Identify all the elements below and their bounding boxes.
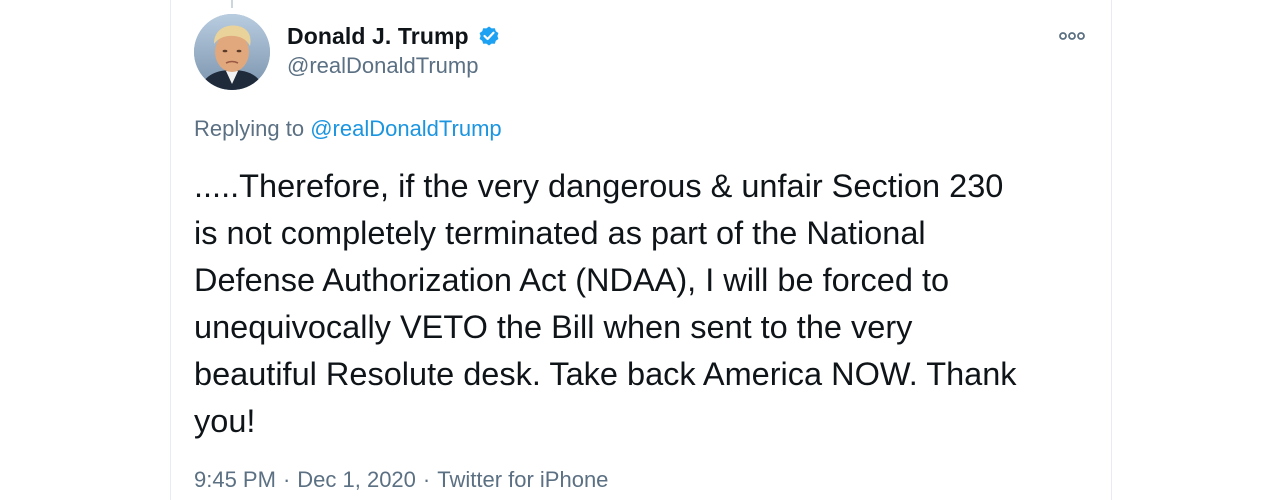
thread-connector-line (231, 0, 233, 8)
tweet-source-link[interactable]: Twitter for iPhone (437, 467, 608, 493)
replying-to-line: Replying to @realDonaldTrump (194, 116, 502, 142)
replying-to-prefix: Replying to (194, 116, 311, 141)
profile-photo (194, 14, 270, 90)
replying-to-mention-link[interactable]: @realDonaldTrump (310, 116, 501, 141)
author-name-row: Donald J. Trump (287, 22, 501, 50)
author-display-name[interactable]: Donald J. Trump (287, 23, 469, 50)
verified-badge-icon (477, 24, 501, 48)
meta-separator: · (282, 467, 291, 492)
tweet-time-link[interactable]: 9:45 PM (194, 467, 276, 493)
meta-separator: · (422, 467, 431, 492)
tweet-text: .....Therefore, if the very dangerous & … (194, 168, 1017, 439)
tweet-metadata: 9:45 PM · Dec 1, 2020 · Twitter for iPho… (194, 467, 608, 493)
more-options-icon[interactable] (1056, 26, 1088, 46)
avatar[interactable] (194, 14, 270, 90)
tweet-date-link[interactable]: Dec 1, 2020 (297, 467, 416, 493)
author-handle[interactable]: @realDonaldTrump (287, 53, 478, 79)
